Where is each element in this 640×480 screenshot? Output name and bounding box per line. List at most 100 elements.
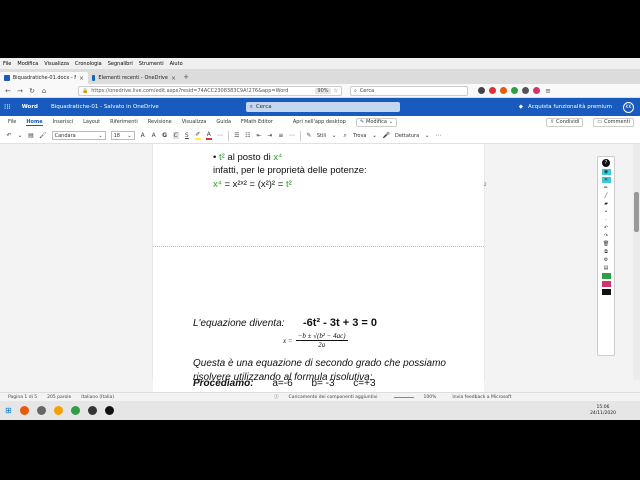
- styles-label[interactable]: Stili: [317, 133, 326, 139]
- dictation-label[interactable]: Dettatura: [395, 133, 419, 139]
- app-launcher-icon[interactable]: ⁞⁞⁞: [4, 103, 11, 111]
- home-icon[interactable]: ⌂: [40, 87, 48, 95]
- status-feedback[interactable]: Invia feedback a Microsoft: [452, 395, 511, 400]
- vertical-scrollbar[interactable]: [633, 144, 640, 380]
- more-options-icon[interactable]: ⋯: [435, 132, 441, 139]
- styles-icon[interactable]: ✎: [306, 132, 312, 139]
- undo-icon[interactable]: ↶: [6, 132, 12, 139]
- italic-button[interactable]: C: [172, 132, 179, 139]
- format-painter-icon[interactable]: 🖌: [39, 132, 47, 139]
- menu-visualizza[interactable]: Visualizza: [44, 61, 69, 67]
- doc-title[interactable]: Biquadratiche-01 - Salvato in OneDrive: [51, 104, 159, 110]
- menu-modifica[interactable]: Modifica: [17, 61, 38, 67]
- ribbon-tab-home[interactable]: Home: [26, 119, 43, 126]
- undo-icon[interactable]: ↶: [602, 225, 611, 231]
- reload-icon[interactable]: ↻: [28, 87, 36, 95]
- ribbon-tab-visualizza[interactable]: Visualizza: [182, 119, 207, 125]
- microphone-icon[interactable]: 🎤: [383, 132, 390, 139]
- extension-icon[interactable]: [500, 87, 507, 94]
- close-tab-icon[interactable]: ×: [171, 75, 176, 82]
- extension-icon[interactable]: [533, 87, 540, 94]
- comments-button[interactable]: ▭ Commenti: [593, 117, 634, 127]
- find-icon[interactable]: ⌕: [342, 132, 348, 140]
- share-button[interactable]: ⇪ Condividi: [545, 117, 584, 127]
- font-name-dropdown[interactable]: Candara ⌄: [51, 131, 106, 140]
- shrink-font-icon[interactable]: A: [151, 132, 157, 139]
- bullet-list-icon[interactable]: ☰: [234, 132, 240, 139]
- trash-icon[interactable]: 🗑: [602, 241, 611, 247]
- scrollbar-thumb[interactable]: [634, 192, 639, 232]
- ribbon-tab-file[interactable]: File: [8, 119, 16, 125]
- chevron-down-icon[interactable]: ⌄: [372, 132, 378, 139]
- menu-file[interactable]: File: [3, 61, 11, 67]
- color-magenta-icon[interactable]: [601, 281, 611, 287]
- align-icon[interactable]: ≡: [278, 132, 284, 139]
- app-icon[interactable]: [36, 406, 46, 415]
- close-tab-icon[interactable]: ×: [79, 75, 84, 82]
- eye-icon[interactable]: ◉: [601, 169, 611, 175]
- folder-icon[interactable]: [53, 406, 63, 415]
- document-page[interactable]: • t² al posto di x⁴ infatti, per le prop…: [153, 144, 487, 380]
- underline-button[interactable]: S: [184, 132, 190, 139]
- premium-link[interactable]: Acquista funzionalità premium: [528, 104, 612, 110]
- copy-icon[interactable]: ⧉: [602, 249, 611, 255]
- new-tab-icon[interactable]: +: [182, 73, 190, 81]
- app-name[interactable]: Word: [22, 104, 38, 110]
- taskbar-clock[interactable]: 15:06 24/11/2020: [590, 405, 616, 417]
- close-icon[interactable]: ✕: [601, 177, 611, 183]
- menu-strumenti[interactable]: Strumenti: [139, 61, 164, 67]
- extension-icon[interactable]: [511, 87, 518, 94]
- word-search-box[interactable]: ⌕ Cerca: [245, 102, 400, 112]
- extension-icon[interactable]: [478, 87, 485, 94]
- extension-icon[interactable]: [489, 87, 496, 94]
- bookmark-star-icon[interactable]: ☆: [334, 88, 338, 94]
- menu-cronologia[interactable]: Cronologia: [75, 61, 102, 67]
- zoom-slider[interactable]: [393, 396, 414, 398]
- ribbon-tab-revisione[interactable]: Revisione: [148, 119, 172, 125]
- clipboard-icon[interactable]: ▤: [28, 132, 34, 139]
- hamburger-menu-icon[interactable]: ≡: [544, 87, 552, 95]
- ribbon-tab-inserisci[interactable]: Inserisci: [53, 119, 74, 125]
- more-options-icon[interactable]: ⋯: [217, 132, 223, 139]
- chevron-down-icon[interactable]: ⌄: [17, 132, 23, 139]
- avatar[interactable]: KK: [623, 101, 634, 113]
- ribbon-tab-riferimenti[interactable]: Riferimenti: [110, 119, 138, 125]
- extension-icon[interactable]: [522, 87, 529, 94]
- status-zoom[interactable]: 100%: [424, 395, 437, 400]
- color-black-icon[interactable]: [601, 289, 611, 295]
- zoom-badge[interactable]: 90%: [315, 87, 331, 94]
- firefox-icon[interactable]: [19, 406, 29, 415]
- font-color-icon[interactable]: A: [205, 131, 212, 140]
- modify-dropdown[interactable]: ✎ Modifica ⌄: [355, 117, 398, 127]
- forward-icon[interactable]: →: [16, 87, 24, 95]
- chevron-down-icon[interactable]: ⌄: [424, 132, 430, 139]
- menu-segnalibri[interactable]: Segnalibri: [108, 61, 133, 67]
- highlight-icon[interactable]: ✐: [194, 131, 201, 140]
- chrome-icon[interactable]: [70, 406, 80, 415]
- decrease-indent-icon[interactable]: ⇤: [256, 132, 262, 139]
- app-icon[interactable]: [104, 406, 114, 415]
- app-icon[interactable]: [87, 406, 97, 415]
- ribbon-tab-fmath[interactable]: FMath Editor: [241, 119, 273, 125]
- bold-button[interactable]: G: [162, 132, 168, 139]
- ribbon-tab-guida[interactable]: Guida: [216, 119, 231, 125]
- line-icon[interactable]: ╱: [602, 193, 611, 199]
- clipboard-icon[interactable]: ▤: [602, 265, 611, 271]
- increase-indent-icon[interactable]: ⇥: [267, 132, 273, 139]
- status-language[interactable]: Italiano (Italia): [81, 395, 114, 400]
- tab-biquadratiche[interactable]: Biquadratiche-01.docx - Micro ×: [0, 72, 88, 84]
- open-desktop-app[interactable]: Apri nell'app desktop: [293, 119, 346, 125]
- tab-onedrive[interactable]: Elementi recenti - OneDrive ×: [88, 72, 180, 84]
- browser-search-box[interactable]: ⌕ Cerca: [350, 85, 468, 96]
- more-options-icon[interactable]: ⋯: [289, 132, 295, 139]
- ribbon-tab-layout[interactable]: Layout: [83, 119, 100, 125]
- help-icon[interactable]: ?: [602, 159, 610, 167]
- numbered-list-icon[interactable]: ☷: [245, 132, 251, 139]
- redo-icon[interactable]: ↷: [602, 233, 611, 239]
- color-green-icon[interactable]: [601, 273, 611, 279]
- grow-font-icon[interactable]: A: [140, 132, 146, 139]
- small-dot-icon[interactable]: ·: [602, 217, 611, 223]
- settings-icon[interactable]: ⚙: [602, 257, 611, 263]
- windows-start-icon[interactable]: ⊞: [5, 406, 12, 415]
- url-bar[interactable]: 🔒 https://onedrive.live.com/edit.aspx?re…: [78, 85, 342, 96]
